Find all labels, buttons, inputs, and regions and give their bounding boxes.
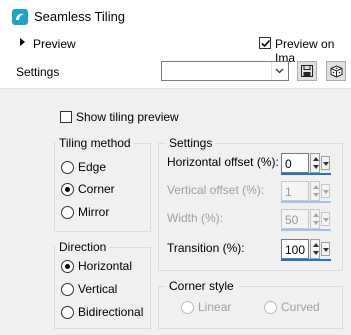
radio-edge-label[interactable]: Edge — [78, 160, 106, 174]
chevron-down-icon — [321, 212, 330, 226]
settings-group-title: Settings — [166, 136, 216, 150]
horizontal-offset-label: Horizontal offset (%): — [167, 155, 279, 169]
width-input: 50 — [281, 209, 309, 229]
slider-track[interactable] — [281, 173, 331, 175]
tiling-method-title: Tiling method — [56, 136, 134, 150]
save-preset-button[interactable] — [297, 61, 317, 81]
settings-preset-label: Settings — [16, 65, 60, 79]
width-spinner: 50 — [281, 209, 331, 231]
horizontal-offset-spinner[interactable]: 0 — [281, 153, 331, 175]
transition-spinner[interactable]: 100 — [281, 239, 331, 261]
radio-mirror[interactable] — [61, 206, 74, 219]
radio-horizontal-label[interactable]: Horizontal — [78, 259, 132, 273]
radio-curved — [264, 301, 277, 314]
radio-vertical-label[interactable]: Vertical — [78, 282, 117, 296]
radio-horizontal[interactable] — [61, 260, 74, 273]
radio-corner-label[interactable]: Corner — [78, 182, 115, 196]
spin-up-down-icon[interactable] — [310, 153, 320, 173]
spin-up-down-icon[interactable] — [310, 239, 320, 259]
corner-style-title: Corner style — [166, 279, 237, 293]
transition-input[interactable]: 100 — [281, 239, 309, 259]
radio-mirror-label[interactable]: Mirror — [78, 205, 109, 219]
slider-track[interactable] — [281, 259, 331, 261]
horizontal-offset-input[interactable]: 0 — [281, 153, 309, 173]
preview-on-image-checkbox[interactable] — [259, 37, 271, 49]
spin-up-down-icon — [310, 181, 320, 201]
transition-label: Transition (%): — [167, 241, 245, 255]
vertical-offset-input: 1 — [281, 181, 309, 201]
save-icon — [301, 65, 313, 77]
show-tiling-preview-checkbox[interactable] — [60, 111, 72, 123]
chevron-down-icon[interactable] — [271, 62, 288, 80]
window-title: Seamless Tiling — [34, 9, 126, 24]
slider-track — [281, 229, 331, 231]
vertical-offset-label: Vertical offset (%): — [167, 183, 265, 197]
direction-title: Direction — [56, 240, 110, 254]
dice-icon — [330, 65, 343, 78]
radio-curved-label: Curved — [281, 300, 320, 314]
radio-corner[interactable] — [61, 183, 74, 196]
app-icon — [12, 9, 28, 25]
radio-bidirectional[interactable] — [61, 306, 74, 319]
vertical-offset-spinner: 1 — [281, 181, 331, 203]
spin-up-down-icon — [310, 209, 320, 229]
chevron-down-icon — [321, 184, 330, 198]
show-tiling-preview-label[interactable]: Show tiling preview — [76, 110, 179, 124]
expand-arrow-icon[interactable] — [20, 38, 25, 46]
slider-track — [281, 201, 331, 203]
radio-linear — [181, 301, 194, 314]
radio-edge[interactable] — [61, 161, 74, 174]
chevron-down-icon[interactable] — [321, 242, 330, 256]
radio-linear-label: Linear — [198, 300, 232, 314]
preset-combobox[interactable] — [161, 61, 289, 81]
radio-bidirectional-label[interactable]: Bidirectional — [78, 305, 143, 319]
preview-toggle-label[interactable]: Preview — [33, 37, 76, 51]
radio-vertical[interactable] — [61, 283, 74, 296]
width-label: Width (%): — [167, 211, 224, 225]
chevron-down-icon[interactable] — [321, 156, 330, 170]
randomize-button[interactable] — [326, 61, 346, 81]
